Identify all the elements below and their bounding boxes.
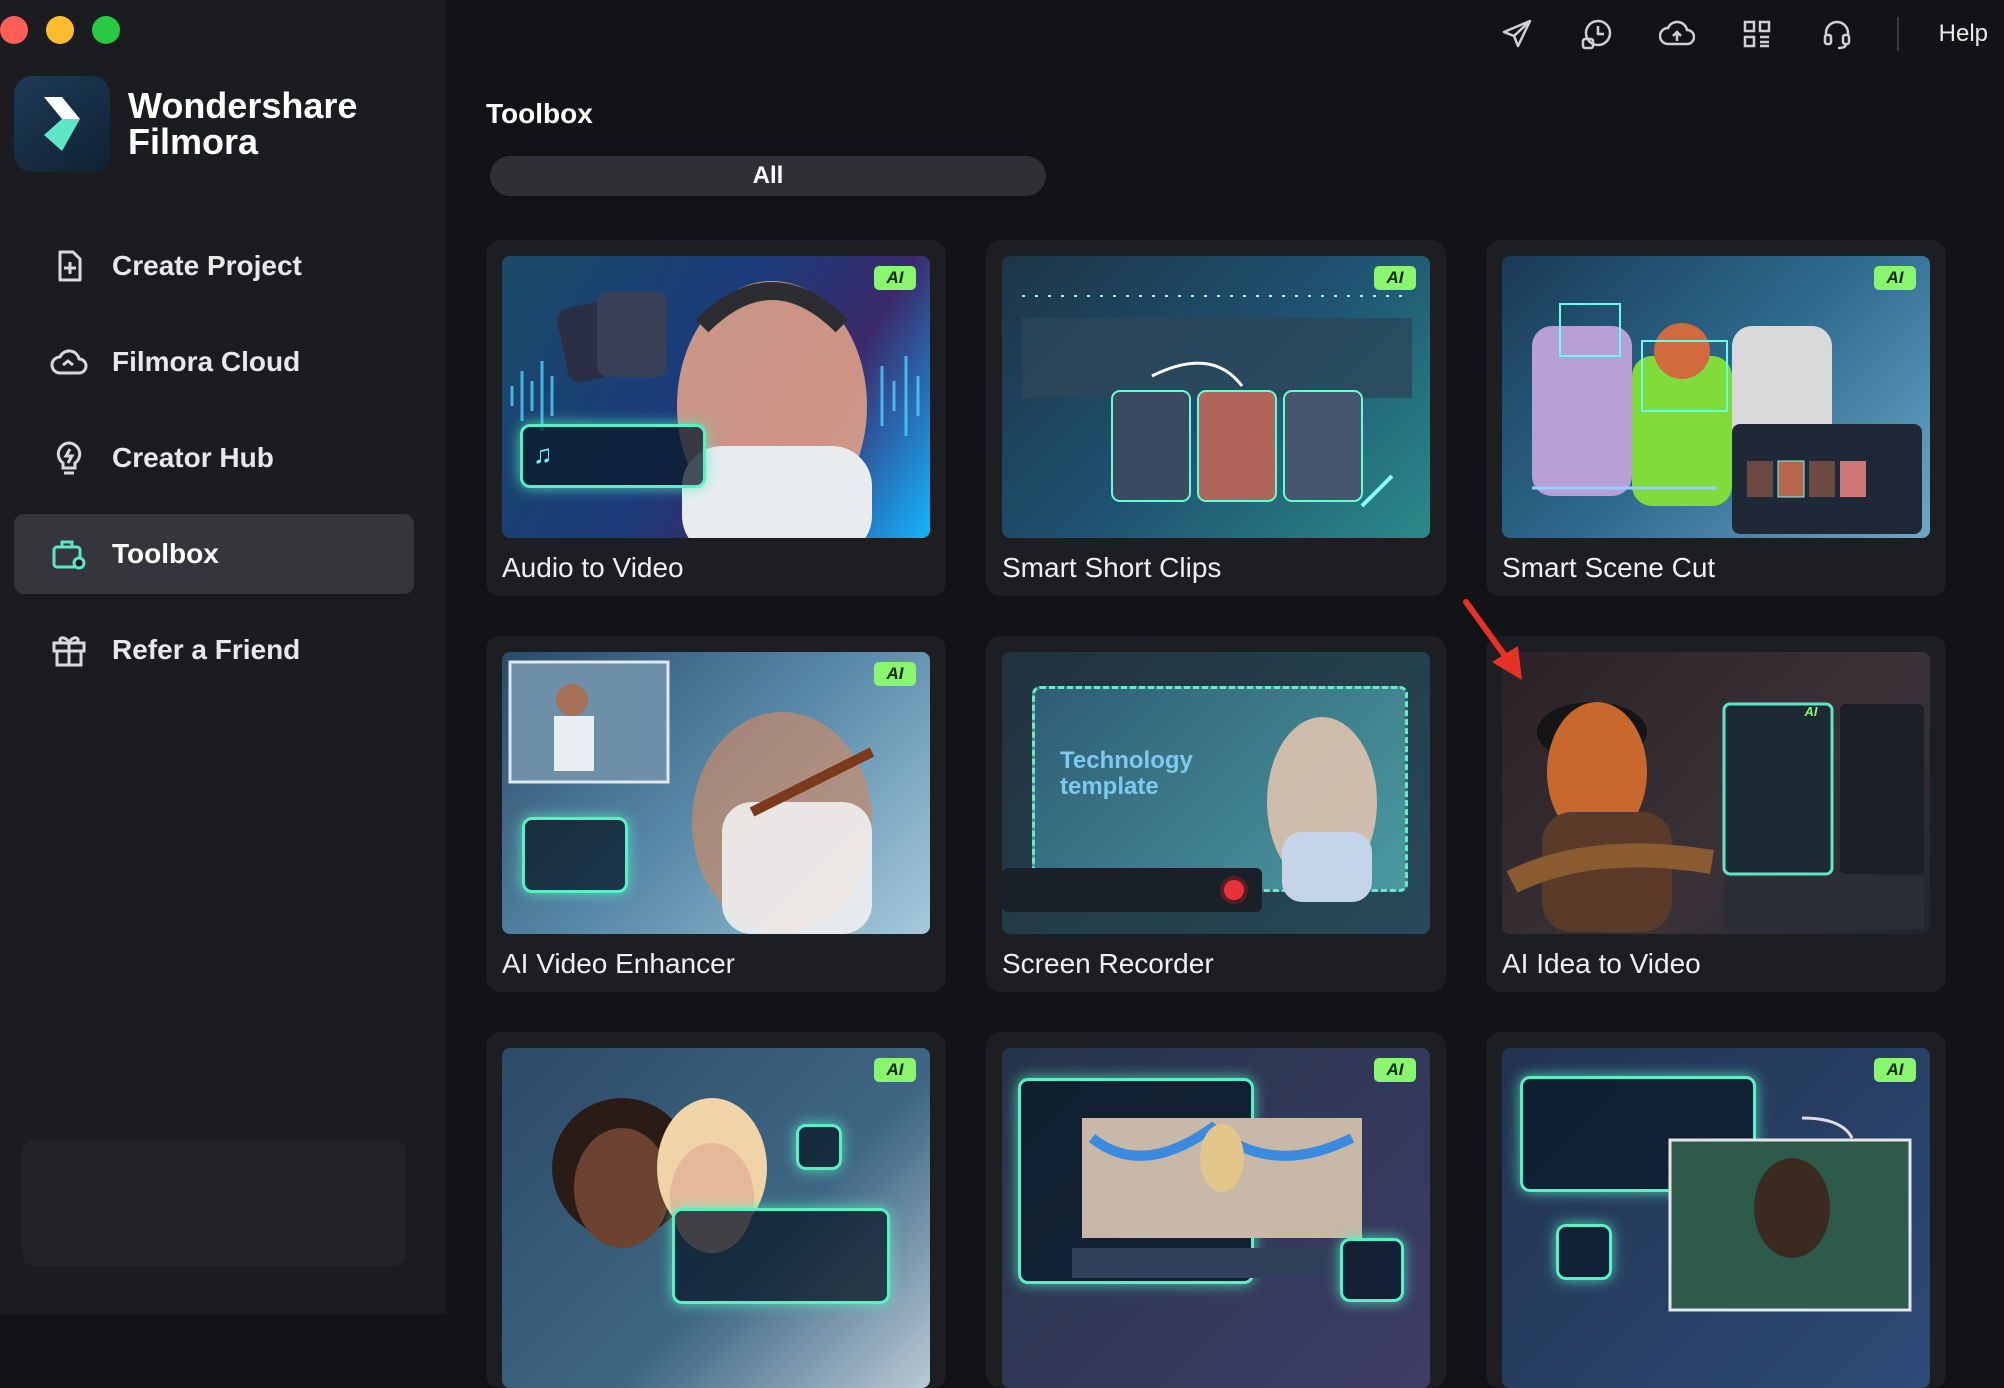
sidebar-item-label: Create Project xyxy=(112,250,302,281)
filter-tab-all[interactable]: All xyxy=(490,156,1046,196)
sidebar-item-refer-a-friend[interactable]: Refer a Friend xyxy=(14,610,414,690)
tool-card-ai-idea-to-video[interactable]: AI AI Idea to Video xyxy=(1486,636,1946,992)
music-note-icon: ♫ xyxy=(533,439,553,469)
lightbulb-icon xyxy=(50,439,88,477)
tool-card-row3-2[interactable]: AI xyxy=(986,1032,1446,1388)
ai-badge: AI xyxy=(874,266,916,290)
top-toolbar: Help xyxy=(1497,14,1988,54)
sidebar-item-create-project[interactable]: Create Project xyxy=(14,226,414,306)
create-project-icon xyxy=(50,247,88,285)
sidebar-item-label: Refer a Friend xyxy=(112,634,301,665)
sidebar-nav: Create Project Filmora Cloud Creator Hub xyxy=(14,226,414,706)
camera-chip xyxy=(796,1124,842,1170)
extend-button-chip xyxy=(1340,1238,1404,1302)
brand-line-1: Wondershare xyxy=(128,85,358,126)
sidebar-promo-panel xyxy=(22,1140,406,1266)
ai-badge: AI xyxy=(874,1058,916,1082)
record-dot-icon[interactable] xyxy=(1224,880,1244,900)
recorder-controls xyxy=(1002,868,1262,912)
enhance-chip xyxy=(522,817,628,893)
tool-label: AI Idea to Video xyxy=(1502,948,1701,979)
history-icon[interactable] xyxy=(1577,14,1617,54)
tool-label: Screen Recorder xyxy=(1002,948,1214,979)
ai-badge: AI xyxy=(1374,1058,1416,1082)
tool-thumbnail xyxy=(1502,1048,1930,1388)
tool-grid: ♫ AI Audio to Video AI Smart Short Clips xyxy=(486,240,1946,1388)
toolbar-divider xyxy=(1896,17,1899,51)
tool-thumbnail xyxy=(502,1048,930,1388)
annotation-arrow-icon xyxy=(1463,599,1522,680)
tool-card-ai-video-enhancer[interactable]: AI AI Video Enhancer xyxy=(486,636,946,992)
send-icon[interactable] xyxy=(1497,14,1537,54)
zoom-window-button[interactable] xyxy=(92,16,120,44)
close-window-button[interactable] xyxy=(0,16,28,44)
tool-card-smart-scene-cut[interactable]: AI Smart Scene Cut xyxy=(1486,240,1946,596)
brand-name: Wondershare Filmora xyxy=(128,88,357,160)
tool-label: Smart Short Clips xyxy=(1002,552,1222,583)
tool-thumbnail xyxy=(1002,256,1430,538)
ai-badge: AI xyxy=(1874,1058,1916,1082)
tool-card-row3-3[interactable]: AI xyxy=(1486,1032,1946,1388)
tool-card-smart-short-clips[interactable]: AI Smart Short Clips xyxy=(986,240,1446,596)
ai-badge: AI xyxy=(1874,266,1916,290)
tool-label: AI Video Enhancer xyxy=(502,948,735,979)
tool-thumbnail xyxy=(1502,256,1930,538)
tool-thumbnail: AI xyxy=(1502,652,1930,934)
tool-card-audio-to-video[interactable]: ♫ AI Audio to Video xyxy=(486,240,946,596)
sidebar-item-label: Creator Hub xyxy=(112,442,274,473)
sidebar: Wondershare Filmora Create Project Filmo… xyxy=(0,0,446,1314)
sidebar-item-toolbox[interactable]: Toolbox xyxy=(14,514,414,594)
gift-icon xyxy=(50,631,88,669)
apps-grid-icon[interactable] xyxy=(1737,14,1777,54)
toolbox-icon xyxy=(50,535,88,573)
tool-label: Smart Scene Cut xyxy=(1502,552,1716,583)
tool-thumbnail xyxy=(502,652,930,934)
ai-badge: AI xyxy=(1374,266,1416,290)
sidebar-item-label: Toolbox xyxy=(112,538,219,569)
ai-badge-inline: AI xyxy=(1804,703,1818,719)
page-title: Toolbox xyxy=(486,98,593,129)
tool-label: Audio to Video xyxy=(502,552,684,583)
music-chip: ♫ xyxy=(520,424,706,488)
tool-card-screen-recorder[interactable]: Technology template Screen Recorder xyxy=(986,636,1446,992)
minimize-window-button[interactable] xyxy=(46,16,74,44)
tool-thumbnail: ♫ xyxy=(502,256,930,538)
app-logo-block: Wondershare Filmora xyxy=(14,76,357,172)
brand-line-2: Filmora xyxy=(128,121,259,162)
clip-chip xyxy=(672,1208,890,1304)
tool-card-row3-1[interactable]: AI xyxy=(486,1032,946,1388)
tool-thumbnail: Technology template xyxy=(1002,652,1430,934)
sidebar-item-creator-hub[interactable]: Creator Hub xyxy=(14,418,414,498)
filmora-logo-icon xyxy=(14,76,110,172)
sidebar-item-filmora-cloud[interactable]: Filmora Cloud xyxy=(14,322,414,402)
tool-thumbnail xyxy=(1002,1048,1430,1388)
ai-badge: AI xyxy=(874,662,916,686)
headset-icon[interactable] xyxy=(1817,14,1857,54)
window-controls xyxy=(0,16,120,44)
sidebar-item-label: Filmora Cloud xyxy=(112,346,301,377)
cloud-upload-icon[interactable] xyxy=(1657,14,1697,54)
help-link[interactable]: Help xyxy=(1939,20,1988,48)
cloud-icon xyxy=(50,343,88,381)
